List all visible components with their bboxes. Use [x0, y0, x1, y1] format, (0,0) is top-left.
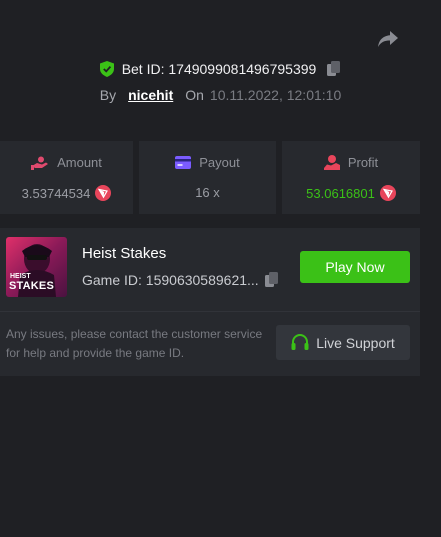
divider [0, 311, 420, 312]
amount-label: Amount [57, 155, 102, 170]
amount-icon [31, 156, 49, 170]
shield-check-icon [99, 61, 114, 77]
bet-id: Bet ID: 1749099081496795399 [121, 61, 317, 77]
by-label: By [99, 87, 117, 103]
trx-coin-icon [95, 185, 112, 201]
payout-icon [175, 156, 192, 169]
headset-icon [291, 334, 309, 350]
play-now-button[interactable]: Play Now [300, 251, 410, 283]
profit-card: Profit 53.0616801 [282, 141, 420, 214]
profit-icon [323, 155, 340, 170]
thumb-text-2: STAKES [9, 280, 55, 292]
payout-card: Payout 16 x [139, 141, 276, 214]
game-thumbnail[interactable]: HEIST STAKES [6, 237, 67, 297]
thumb-text-1: HEIST [10, 273, 31, 280]
on-label: On [185, 87, 204, 103]
amount-value: 3.53744534 [21, 185, 91, 201]
game-id: Game ID: 1590630589621... [82, 272, 259, 288]
share-icon[interactable] [376, 28, 400, 50]
username-link[interactable]: nicehit [128, 87, 173, 103]
trx-coin-icon [379, 185, 396, 201]
payout-label: Payout [199, 155, 240, 170]
live-support-label: Live Support [316, 334, 395, 351]
copy-icon[interactable] [327, 61, 341, 77]
profit-label: Profit [347, 155, 379, 170]
amount-card: Amount 3.53744534 [0, 141, 133, 214]
bet-date: 10.11.2022, 12:01:10 [209, 87, 342, 103]
support-notice: Any issues, please contact the customer … [6, 327, 263, 360]
profit-value: 53.0616801 [306, 185, 375, 201]
game-title: Heist Stakes [82, 245, 167, 262]
game-id-row: Game ID: 1590630589621... [82, 272, 279, 288]
copy-icon[interactable] [264, 272, 279, 288]
bet-id-row: Bet ID: 1749099081496795399 [0, 59, 441, 79]
author-row: By nicehit On 10.11.2022, 12:01:10 [0, 86, 441, 104]
live-support-button[interactable]: Live Support [276, 325, 410, 360]
payout-value: 16 x [195, 185, 220, 200]
